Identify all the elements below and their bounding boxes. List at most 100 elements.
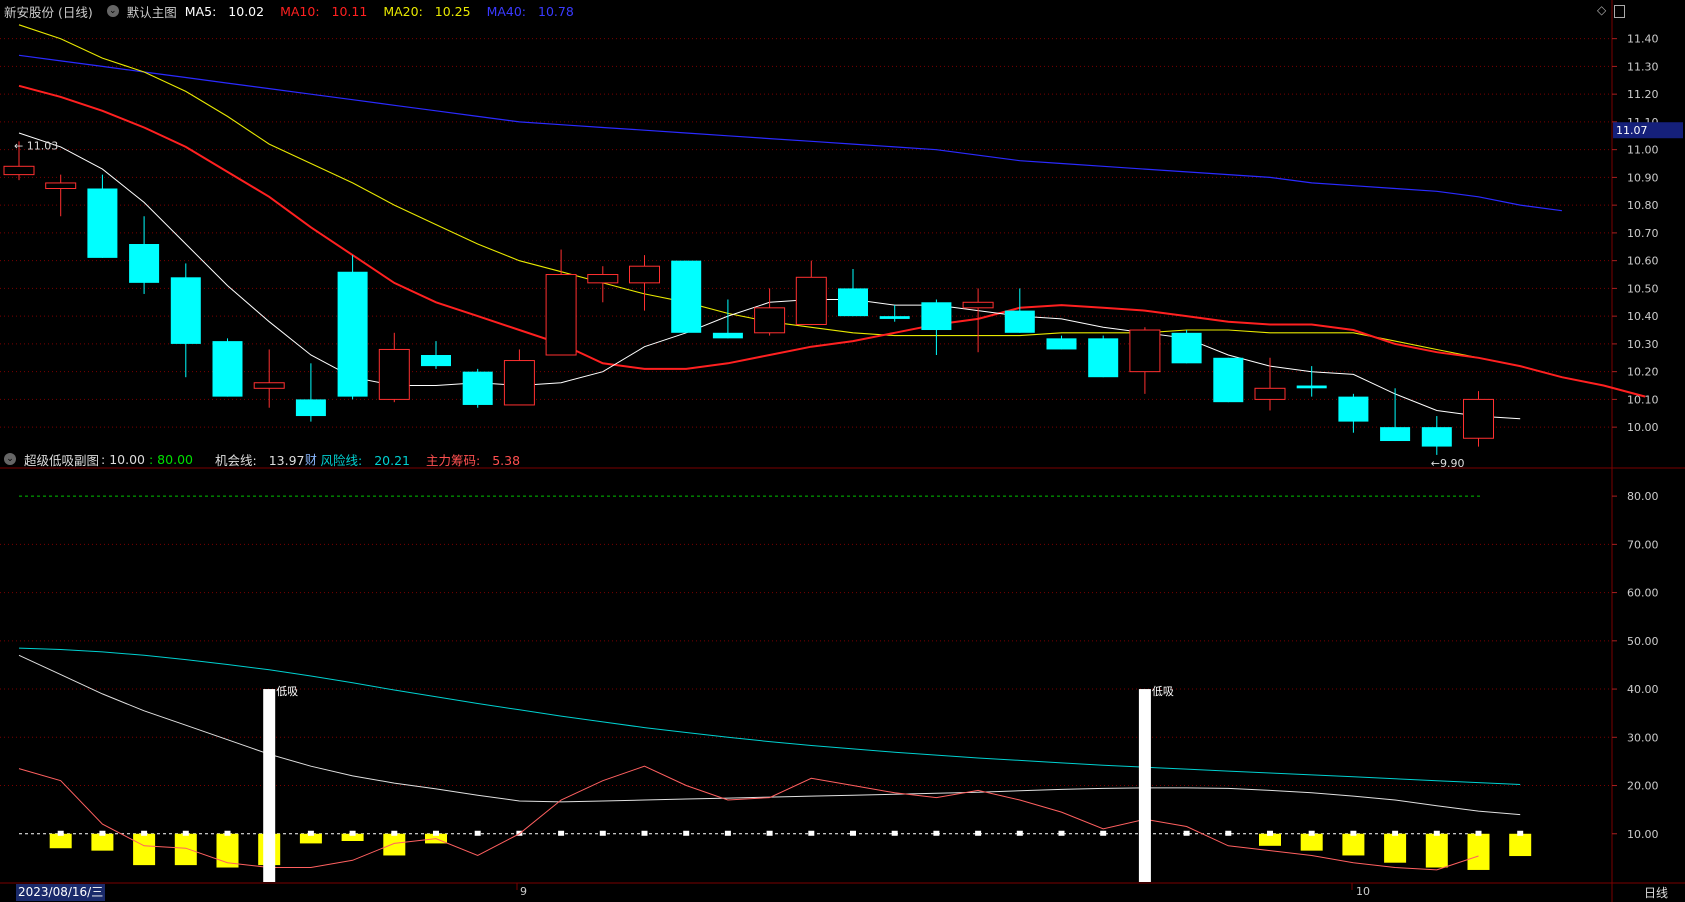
candle-22	[921, 299, 952, 355]
ma5-line	[18, 132, 1521, 420]
candle-body	[170, 277, 201, 344]
candle-body	[87, 188, 118, 258]
y-tick-label-main-11: 10.30	[1627, 338, 1659, 351]
candle-3	[129, 216, 160, 294]
candle-body	[129, 244, 160, 283]
period-button[interactable]: 日线	[1644, 884, 1668, 901]
candle-17	[712, 299, 743, 339]
candle-body	[253, 382, 285, 389]
candle-body	[462, 371, 493, 405]
chips-bar-3	[174, 833, 197, 866]
y-tick-label-main-2: 11.20	[1627, 88, 1659, 101]
candle-26	[1088, 335, 1119, 378]
ma20-value: 10.25	[434, 3, 471, 19]
ma20-line	[18, 24, 1479, 359]
chips-bar-8	[383, 833, 406, 856]
baseline-dot-33	[1433, 830, 1440, 836]
month-mark-10: 10	[1356, 885, 1370, 898]
chips-bar-30	[1300, 833, 1323, 851]
y-tick-label-sub-2: 60.00	[1627, 587, 1659, 600]
baseline-dot-34	[1475, 830, 1482, 836]
chart-menu-label[interactable]: 默认主图	[127, 2, 177, 21]
ma10-label: MA10:	[280, 3, 320, 19]
candle-body	[212, 341, 243, 397]
annotation-high: ← 11.03	[14, 139, 58, 152]
candle-8	[337, 255, 368, 400]
chips-bar-33	[1425, 833, 1448, 868]
baseline-dot-24	[1058, 830, 1065, 836]
y-tick-label-main-8: 10.60	[1627, 255, 1659, 268]
ma20-label: MA20:	[383, 3, 423, 19]
candle-body	[1004, 310, 1035, 333]
baseline-dot-23	[1016, 830, 1023, 836]
baseline-dot-6	[307, 830, 314, 836]
baseline-dot-32	[1392, 830, 1399, 836]
baseline-dot-30	[1308, 830, 1315, 836]
baseline-dot-27	[1183, 830, 1190, 836]
candle-27	[1129, 327, 1161, 394]
indicator-value-1: : 10.00	[101, 451, 145, 467]
candle-body	[503, 360, 535, 406]
chips-bar-31	[1342, 833, 1365, 856]
candle-15	[629, 255, 660, 311]
baseline-dot-29	[1267, 830, 1273, 836]
candle-10	[421, 341, 451, 369]
candle-body	[1380, 427, 1411, 442]
candle-25	[1046, 335, 1077, 350]
baseline-dot-28	[1225, 830, 1232, 836]
diamond-icon[interactable]: ◇	[1597, 3, 1606, 17]
chips-bar-32	[1384, 833, 1407, 863]
candle-body	[879, 316, 910, 319]
candle-28	[1171, 330, 1202, 364]
candle-16	[671, 260, 702, 333]
candle-11	[462, 368, 493, 408]
candle-body	[795, 276, 827, 325]
chips-value: 5.38	[492, 452, 521, 468]
sub-chart-menu-chevron-icon[interactable]: ⌄	[4, 453, 16, 465]
chips-bar-0	[49, 833, 72, 849]
candle-2	[87, 174, 118, 258]
baseline-dot-3	[182, 830, 189, 836]
signal-label-0: 低吸	[276, 685, 298, 698]
chips-bar-34	[1467, 833, 1490, 870]
candle-19	[795, 260, 827, 325]
baseline-dot-10	[474, 830, 481, 836]
candle-5	[212, 338, 243, 397]
candle-body	[1296, 385, 1327, 389]
baseline-dot-20	[891, 830, 898, 836]
y-tick-label-main-12: 10.20	[1627, 366, 1659, 379]
window-toggle-icon[interactable]	[1614, 5, 1625, 18]
y-tick-label-sub-7: 10.00	[1627, 828, 1659, 841]
y-tick-label-main-5: 10.90	[1627, 171, 1659, 184]
y-tick-label-main-0: 11.40	[1627, 33, 1659, 46]
candle-body	[838, 288, 868, 317]
candle-body	[1338, 396, 1369, 422]
candle-21	[879, 305, 910, 322]
baseline-dot-21	[933, 830, 940, 836]
candle-body	[629, 265, 660, 284]
candle-33	[1380, 388, 1411, 442]
candle-1	[45, 174, 77, 217]
y-tick-label-sub-5: 30.00	[1627, 731, 1659, 744]
ma40-label: MA40:	[486, 3, 527, 19]
signal-bar-1	[1138, 689, 1151, 882]
indicator-value-2: : 80.00	[149, 451, 193, 467]
baseline-dot-12	[558, 830, 565, 836]
baseline-dot-15	[683, 830, 690, 836]
candle-6	[253, 349, 285, 408]
candle-14	[587, 266, 619, 303]
candle-body	[671, 260, 702, 333]
ma5-value: 10.02	[228, 3, 265, 19]
baseline-dot-22	[975, 830, 982, 836]
chips-bar-2	[133, 833, 156, 866]
candle-12	[503, 349, 535, 406]
candle-body	[754, 307, 786, 334]
chance-line	[18, 654, 1521, 816]
indicator-name[interactable]: 超级低吸副图	[24, 450, 99, 469]
y-tick-label-main-4: 11.00	[1627, 144, 1659, 157]
baseline-dot-8	[391, 830, 398, 836]
stock-name: 新安股份	[4, 4, 55, 20]
baseline-dot-2	[141, 830, 148, 836]
risk-line	[18, 647, 1521, 785]
chart-menu-chevron-icon[interactable]: ⌄	[106, 5, 119, 17]
